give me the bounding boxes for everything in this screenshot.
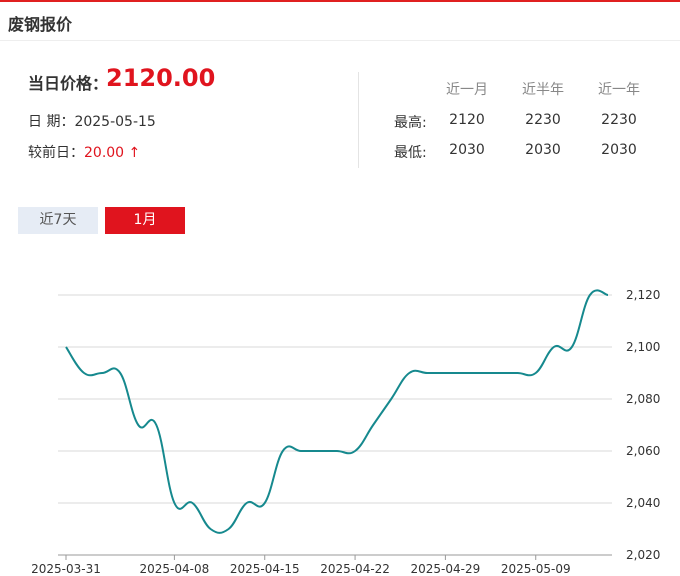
y-tick-label: 2,040 xyxy=(626,496,660,510)
up-arrow-icon: ↑ xyxy=(128,145,141,161)
date-label: 日 期： xyxy=(28,114,75,130)
x-tick-label: 2025-05-09 xyxy=(501,562,571,576)
page-title: 废钢报价 xyxy=(8,15,73,34)
date-row: 日 期：2025-05-15 xyxy=(28,111,156,131)
y-tick-label: 2,080 xyxy=(626,392,660,406)
change-value: 20.00 xyxy=(84,145,125,161)
divider xyxy=(358,72,359,168)
price-value: 2120.00 xyxy=(106,64,216,92)
y-tick-label: 2,060 xyxy=(626,444,660,458)
change-row: 较前日：20.00 ↑ xyxy=(28,142,140,162)
date-value: 2025-05-15 xyxy=(74,114,156,130)
x-tick-label: 2025-04-29 xyxy=(411,562,481,576)
header-bar: 废钢报价 xyxy=(0,2,680,41)
change-label: 较前日： xyxy=(28,145,84,161)
stat-cell: 2230 xyxy=(525,112,561,128)
y-tick-label: 2,020 xyxy=(626,548,660,562)
stat-cell: 2030 xyxy=(449,142,485,158)
price-label: 当日价格： xyxy=(28,74,109,93)
price-series-line xyxy=(65,289,609,534)
y-tick-label: 2,100 xyxy=(626,340,660,354)
y-tick-label: 2,120 xyxy=(626,288,660,302)
stat-cell: 2030 xyxy=(601,142,637,158)
x-tick-label: 2025-04-15 xyxy=(230,562,300,576)
tab-1-month[interactable]: 1月 xyxy=(105,207,185,234)
stat-cell: 2230 xyxy=(601,112,637,128)
stat-header-month: 近一月 xyxy=(446,82,488,98)
stat-label-low: 最低: xyxy=(394,145,427,161)
stat-header-halfyear: 近半年 xyxy=(522,82,564,98)
stat-cell: 2120 xyxy=(449,112,485,128)
stat-header-year: 近一年 xyxy=(598,82,640,98)
x-tick-label: 2025-03-31 xyxy=(31,562,101,576)
tab-7-days[interactable]: 近7天 xyxy=(18,207,98,234)
x-tick-label: 2025-04-08 xyxy=(140,562,210,576)
x-tick-label: 2025-04-22 xyxy=(320,562,390,576)
stat-label-high: 最高: xyxy=(394,115,427,131)
stat-cell: 2030 xyxy=(525,142,561,158)
